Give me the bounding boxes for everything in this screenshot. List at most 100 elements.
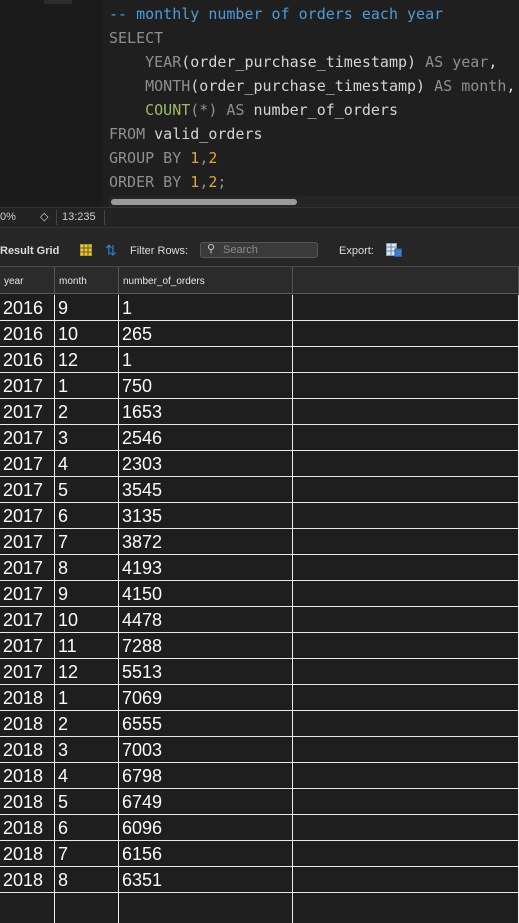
cell-number-of-orders[interactable]: 2546: [119, 425, 293, 450]
cell-year[interactable]: 2017: [0, 659, 55, 684]
cell-month[interactable]: 5: [55, 477, 119, 502]
cell-month[interactable]: 3: [55, 737, 119, 762]
table-row[interactable]: 2017 11 7288: [0, 633, 519, 659]
sql-editor[interactable]: -- monthly number of orders each year SEL…: [0, 0, 519, 207]
table-row[interactable]: 2017 5 3545: [0, 477, 519, 503]
cell-month[interactable]: 5: [55, 789, 119, 814]
cell-number-of-orders[interactable]: 7003: [119, 737, 293, 762]
cell-year[interactable]: 2017: [0, 555, 55, 580]
cell-number-of-orders[interactable]: 750: [119, 373, 293, 398]
cell-year[interactable]: 2016: [0, 321, 55, 346]
cell-month[interactable]: 1: [55, 685, 119, 710]
cell-number-of-orders[interactable]: 1: [119, 347, 293, 372]
cell-month[interactable]: 12: [55, 659, 119, 684]
table-row[interactable]: 2018 1 7069: [0, 685, 519, 711]
cell-number-of-orders[interactable]: 6749: [119, 789, 293, 814]
cell-month[interactable]: 6: [55, 815, 119, 840]
cell-month[interactable]: 11: [55, 633, 119, 658]
cell-month[interactable]: 4: [55, 451, 119, 476]
cell-year[interactable]: 2018: [0, 685, 55, 710]
table-row[interactable]: 2017 9 4150: [0, 581, 519, 607]
code-line[interactable]: ORDER BY 1,2;: [109, 170, 226, 194]
cell-year[interactable]: 2017: [0, 373, 55, 398]
table-row[interactable]: 2016 10 265: [0, 321, 519, 347]
cell-number-of-orders[interactable]: 1: [119, 295, 293, 320]
cell-number-of-orders[interactable]: 3135: [119, 503, 293, 528]
cell-number-of-orders[interactable]: 3545: [119, 477, 293, 502]
code-line[interactable]: GROUP BY 1,2: [109, 146, 217, 170]
cell-month[interactable]: 1: [55, 373, 119, 398]
table-row[interactable]: 2018 8 6351: [0, 867, 519, 893]
code-line[interactable]: -- monthly number of orders each year: [109, 2, 443, 26]
cell-year[interactable]: 2018: [0, 711, 55, 736]
stepper-icon[interactable]: ◇: [40, 210, 48, 223]
table-row[interactable]: 2018 6 6096: [0, 815, 519, 841]
cell-month[interactable]: 2: [55, 399, 119, 424]
table-row[interactable]: 2017 4 2303: [0, 451, 519, 477]
cell-number-of-orders[interactable]: 2303: [119, 451, 293, 476]
code-line[interactable]: YEAR(order_purchase_timestamp) AS year,: [109, 50, 497, 74]
cell-year[interactable]: 2017: [0, 477, 55, 502]
table-row[interactable]: 2017 1 750: [0, 373, 519, 399]
table-row[interactable]: 2018 3 7003: [0, 737, 519, 763]
table-row[interactable]: 2017 8 4193: [0, 555, 519, 581]
table-row[interactable]: 2017 6 3135: [0, 503, 519, 529]
scrollbar-thumb[interactable]: [111, 199, 297, 205]
cell-year[interactable]: 2017: [0, 581, 55, 606]
cell-month[interactable]: 9: [55, 581, 119, 606]
table-row[interactable]: 2018 7 6156: [0, 841, 519, 867]
cell-number-of-orders[interactable]: 6351: [119, 867, 293, 892]
refresh-icon[interactable]: ⇅: [105, 242, 117, 259]
column-header-number-of-orders[interactable]: number_of_orders: [119, 267, 293, 295]
cell-month[interactable]: 6: [55, 503, 119, 528]
cell-year[interactable]: 2018: [0, 763, 55, 788]
code-line[interactable]: COUNT(*) AS number_of_orders: [109, 98, 398, 122]
result-grid[interactable]: year month number_of_orders 2016 9 1 2016 10…: [0, 266, 519, 923]
code-line[interactable]: SELECT: [109, 26, 163, 50]
column-header-month[interactable]: month: [55, 267, 119, 295]
grid-icon[interactable]: [80, 244, 92, 256]
table-row[interactable]: 2017 10 4478: [0, 607, 519, 633]
cell-number-of-orders[interactable]: 7069: [119, 685, 293, 710]
cell-month[interactable]: 9: [55, 295, 119, 320]
cell-month[interactable]: 7: [55, 841, 119, 866]
editor-horizontal-scrollbar[interactable]: [109, 196, 519, 207]
cell-number-of-orders[interactable]: 7288: [119, 633, 293, 658]
cell-number-of-orders[interactable]: 4193: [119, 555, 293, 580]
code-line[interactable]: FROM valid_orders: [109, 122, 263, 146]
table-row[interactable]: 2017 12 5513: [0, 659, 519, 685]
table-row[interactable]: 2018 4 6798: [0, 763, 519, 789]
cell-year[interactable]: 2016: [0, 347, 55, 372]
cell-number-of-orders[interactable]: 265: [119, 321, 293, 346]
cell-month[interactable]: 2: [55, 711, 119, 736]
cell-year[interactable]: 2017: [0, 529, 55, 554]
cell-month[interactable]: 8: [55, 867, 119, 892]
cell-number-of-orders[interactable]: 6096: [119, 815, 293, 840]
cell-year[interactable]: 2017: [0, 633, 55, 658]
search-box[interactable]: ⚲: [200, 242, 318, 258]
cell-year[interactable]: 2016: [0, 295, 55, 320]
table-row[interactable]: 2016 12 1: [0, 347, 519, 373]
cell-year[interactable]: 2017: [0, 399, 55, 424]
cell-year[interactable]: 2017: [0, 451, 55, 476]
cell-year[interactable]: 2018: [0, 815, 55, 840]
cell-number-of-orders[interactable]: 4478: [119, 607, 293, 632]
table-row[interactable]: 2018 2 6555: [0, 711, 519, 737]
cell-month[interactable]: 10: [55, 607, 119, 632]
cell-year[interactable]: 2017: [0, 607, 55, 632]
cell-number-of-orders[interactable]: 6156: [119, 841, 293, 866]
export-icon[interactable]: [386, 243, 402, 257]
cell-month[interactable]: 8: [55, 555, 119, 580]
table-row[interactable]: 2017 7 3872: [0, 529, 519, 555]
cell-number-of-orders[interactable]: 6555: [119, 711, 293, 736]
cell-number-of-orders[interactable]: 5513: [119, 659, 293, 684]
search-input[interactable]: [223, 243, 315, 257]
code-line[interactable]: MONTH(order_purchase_timestamp) AS month…: [109, 74, 515, 98]
cell-year[interactable]: 2018: [0, 737, 55, 762]
cell-number-of-orders[interactable]: 4150: [119, 581, 293, 606]
cell-month[interactable]: 3: [55, 425, 119, 450]
cell-month[interactable]: 12: [55, 347, 119, 372]
table-row[interactable]: 2018 5 6749: [0, 789, 519, 815]
table-row[interactable]: 2017 3 2546: [0, 425, 519, 451]
cell-year[interactable]: 2018: [0, 841, 55, 866]
